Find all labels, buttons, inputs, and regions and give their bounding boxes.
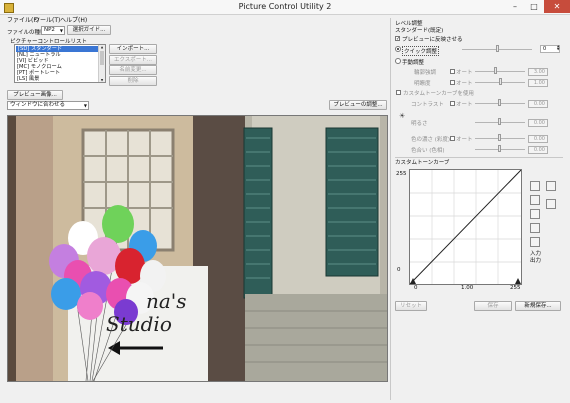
contrast-label: コントラスト <box>411 102 444 108</box>
quick-adjust-thumb[interactable] <box>496 45 499 52</box>
scroll-thumb[interactable] <box>100 51 104 65</box>
zoom-value: ウィンドウに合わせる <box>10 102 66 108</box>
open-curve-icon[interactable] <box>546 181 556 191</box>
check-icon: ✓ <box>396 36 401 42</box>
scroll-up-icon: ▲ <box>100 45 104 49</box>
quick-adjust-label: クイック調整 <box>402 46 440 56</box>
custom-curve-checkbox[interactable] <box>396 90 401 95</box>
panel-splitter[interactable] <box>390 18 391 400</box>
curve-y-top: 255 <box>396 171 407 177</box>
curve-point-icon[interactable] <box>530 237 540 247</box>
minimize-button[interactable]: – <box>506 0 524 13</box>
quick-adjust-radio[interactable] <box>395 46 401 52</box>
export-button[interactable]: エクスポート... <box>109 55 157 65</box>
menu-tools[interactable]: ツール(T) <box>34 15 60 24</box>
tone-curve-title: カスタムトーンカーブ <box>395 160 450 166</box>
picture-control-list[interactable]: [SD] スタンダード [NL] ニュートラル [VI] ビビッド [MC] モ… <box>14 44 106 83</box>
menu-help[interactable]: ヘルプ(H) <box>60 15 87 24</box>
file-type-select[interactable]: NP2 ▼ <box>41 26 65 35</box>
import-button[interactable]: インポート... <box>109 44 157 54</box>
preview-image: na's Studio <box>7 115 388 382</box>
brightness-label: 明るさ <box>411 121 428 127</box>
clarity-auto-label: オート <box>456 81 473 87</box>
tone-curve-svg[interactable] <box>409 169 522 285</box>
histogram-icon[interactable] <box>530 181 540 191</box>
brightness-value[interactable]: 0.00 <box>528 119 548 127</box>
curve-x-mid: 1.00 <box>461 285 474 291</box>
custom-curve-label: カスタムトーンカーブを使用 <box>403 91 474 97</box>
sun-icon: ☀ <box>399 112 406 120</box>
sharpening-auto-label: オート <box>456 70 473 76</box>
sharpening-auto-checkbox[interactable] <box>450 69 455 74</box>
sign-text-1: na's <box>146 289 187 313</box>
reset-button[interactable]: リセット <box>395 301 427 311</box>
photo-balloons: na's Studio <box>8 116 387 381</box>
maximize-button[interactable]: □ <box>525 0 543 13</box>
list-scrollbar[interactable]: ▲ ▼ <box>98 45 105 82</box>
eyedropper-icon[interactable] <box>530 195 540 205</box>
window-title: Picture Control Utility 2 <box>238 2 332 11</box>
curve-x-right: 255 <box>510 285 521 291</box>
sharpening-thumb[interactable] <box>494 67 497 74</box>
clarity-value[interactable]: 1.00 <box>528 79 548 87</box>
sign-text-2: Studio <box>106 312 172 336</box>
sharpening-slider[interactable] <box>475 71 525 72</box>
curve-y-bottom: 0 <box>397 267 401 273</box>
spin-up-down-icon[interactable]: ▲ ▼ <box>557 45 559 51</box>
chevron-down-icon: ▼ <box>59 28 63 33</box>
hue-value[interactable]: 0.00 <box>528 146 548 154</box>
contrast-thumb[interactable] <box>498 99 501 106</box>
contrast-value[interactable]: 0.00 <box>528 100 548 108</box>
sharpening-label: 輪郭強調 <box>414 70 437 76</box>
radio-dot-icon <box>397 48 399 50</box>
saturation-thumb[interactable] <box>498 134 501 141</box>
brightness-thumb[interactable] <box>498 118 501 125</box>
curve-x-left: 0 <box>414 285 418 291</box>
list-item[interactable]: [LS] 風景 <box>17 76 39 82</box>
tone-curve-graph[interactable] <box>409 169 522 285</box>
manual-adjust-radio[interactable] <box>395 58 401 64</box>
save-curve-icon[interactable] <box>546 199 556 209</box>
clarity-label: 明瞭度 <box>414 81 431 87</box>
save-button[interactable]: 保存 <box>474 301 512 311</box>
saturation-value[interactable]: 0.00 <box>528 135 548 143</box>
preview-image-button[interactable]: プレビュー画像... <box>7 90 63 100</box>
hue-label: 色合い (色相) <box>411 148 445 154</box>
selection-guide-button[interactable]: 選択ガイド... <box>67 25 111 35</box>
apply-preview-checkbox[interactable]: ✓ <box>395 36 401 42</box>
saturation-auto-label: オート <box>456 137 473 143</box>
scroll-down-icon: ▼ <box>100 78 104 82</box>
preset-subheader: スタンダード(既定) <box>395 28 444 34</box>
rename-button[interactable]: 名前変更... <box>109 65 157 75</box>
clarity-auto-checkbox[interactable] <box>450 80 455 85</box>
sharpening-value[interactable]: 3.00 <box>528 68 548 76</box>
eyedropper-gray-icon[interactable] <box>530 209 540 219</box>
close-button[interactable]: ✕ <box>544 0 570 13</box>
manual-adjust-label: 手動調整 <box>402 60 425 66</box>
saturation-auto-checkbox[interactable] <box>450 136 455 141</box>
saturation-label: 色の濃さ (彩度) <box>411 137 451 143</box>
contrast-auto-label: オート <box>456 102 473 108</box>
apply-preview-label: プレビューに反映させる <box>402 37 463 43</box>
zoom-select[interactable]: ウィンドウに合わせる ▼ <box>7 101 89 110</box>
chevron-down-icon: ▼ <box>83 103 87 108</box>
preview-adjust-button[interactable]: プレビューの調整... <box>329 100 387 110</box>
io-out-label: 出力 <box>530 258 542 264</box>
clarity-thumb[interactable] <box>499 78 502 85</box>
hue-thumb[interactable] <box>498 145 501 152</box>
eyedropper-white-icon[interactable] <box>530 223 540 233</box>
save-new-button[interactable]: 新規保存... <box>515 301 561 311</box>
file-type-value: NP2 <box>44 27 55 33</box>
contrast-auto-checkbox[interactable] <box>450 101 455 106</box>
delete-button[interactable]: 削除 <box>109 76 157 86</box>
